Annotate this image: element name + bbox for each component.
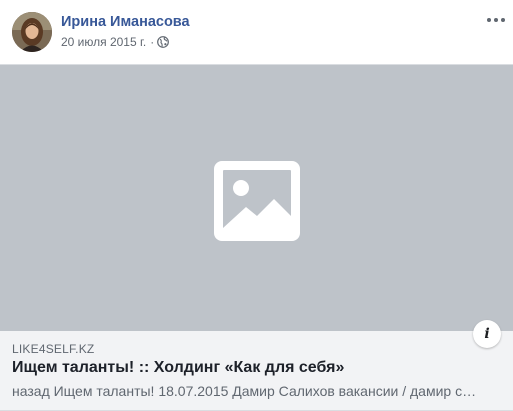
more-dot (501, 18, 505, 22)
more-options-button[interactable] (482, 10, 510, 30)
post-date-link[interactable]: 20 июля 2015 г. (61, 35, 146, 49)
info-button[interactable]: i (473, 320, 501, 348)
link-domain: LIKE4SELF.KZ (12, 342, 95, 356)
facebook-post: Ирина Иманасова 20 июля 2015 г. · LIKE4S… (0, 0, 513, 411)
link-preview-card[interactable]: LIKE4SELF.KZ Ищем таланты! :: Холдинг «К… (0, 64, 513, 411)
avatar-photo-icon (12, 12, 52, 52)
globe-icon[interactable] (157, 36, 170, 48)
link-description: назад Ищем таланты! 18.07.2015 Дамир Сал… (12, 383, 482, 399)
post-header: Ирина Иманасова 20 июля 2015 г. · (0, 0, 513, 64)
image-placeholder-icon (214, 161, 300, 241)
link-preview-image[interactable] (0, 64, 513, 331)
link-preview-info[interactable]: LIKE4SELF.KZ Ищем таланты! :: Холдинг «К… (0, 331, 513, 411)
meta-separator: · (150, 35, 155, 49)
post-meta: 20 июля 2015 г. · (61, 35, 170, 49)
link-title[interactable]: Ищем таланты! :: Холдинг «Как для себя» (12, 359, 344, 377)
more-dot (487, 18, 491, 22)
author-name-link[interactable]: Ирина Иманасова (61, 14, 190, 30)
info-icon: i (484, 326, 490, 342)
author-avatar[interactable] (12, 12, 52, 52)
more-dot (494, 18, 498, 22)
